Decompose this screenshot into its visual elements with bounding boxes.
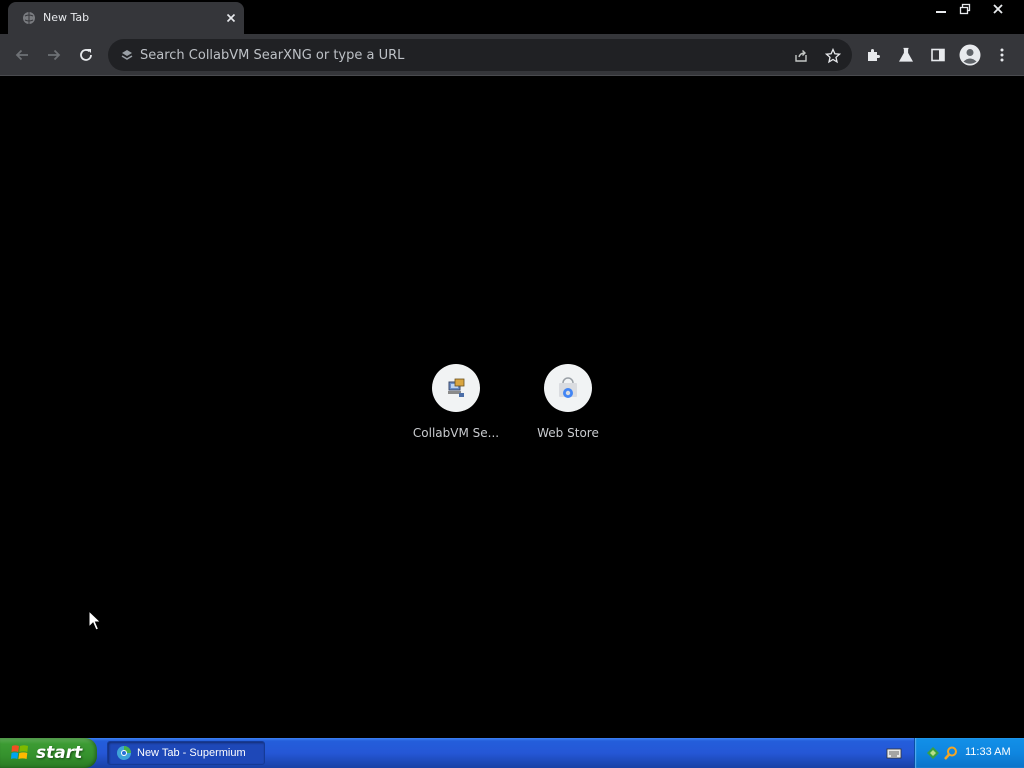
shortcut-icon-circle (544, 364, 592, 412)
restore-button[interactable] (952, 0, 978, 18)
shortcut-label: CollabVM Se... (412, 426, 500, 440)
taskbar: start New Tab - Supermium 11:33 AM (0, 738, 1024, 768)
shortcut-collabvm[interactable]: CollabVM Se... (400, 362, 512, 452)
tab-title: New Tab (43, 11, 90, 24)
puzzle-icon (868, 49, 880, 61)
restore-icon (959, 3, 971, 15)
flask-icon (898, 47, 914, 62)
taskbar-item-label: New Tab - Supermium (137, 747, 246, 759)
tab-new-tab[interactable]: New Tab (8, 2, 244, 34)
kebab-menu-icon (1000, 48, 1004, 62)
minimize-button[interactable] (928, 0, 954, 18)
taskbar-item-browser[interactable]: New Tab - Supermium (107, 741, 265, 765)
omnibox-input[interactable] (140, 39, 740, 71)
close-icon[interactable] (224, 11, 238, 25)
tab-strip: New Tab (0, 0, 1024, 34)
forward-arrow-icon (48, 49, 61, 61)
labs-button[interactable] (894, 43, 918, 67)
mouse-cursor-icon (88, 610, 102, 631)
search-icon[interactable] (943, 745, 959, 761)
reload-button[interactable] (74, 43, 98, 67)
shortcut-icon-circle (432, 364, 480, 412)
side-panel-icon (931, 48, 945, 62)
close-icon (993, 4, 1003, 14)
reload-icon (80, 49, 92, 61)
keyboard-icon[interactable] (886, 746, 902, 760)
bookmark-button[interactable] (822, 45, 844, 67)
star-icon (825, 48, 841, 64)
minimize-icon (936, 11, 946, 13)
shortcut-web-store[interactable]: Web Store (512, 362, 624, 452)
browser-icon (117, 746, 131, 760)
avatar-icon (959, 44, 981, 66)
system-tray: 11:33 AM (914, 738, 1024, 768)
browser-toolbar (0, 34, 1024, 76)
windows-logo-icon (11, 745, 28, 759)
share-button[interactable] (790, 45, 812, 67)
clock: 11:33 AM (965, 746, 1011, 758)
web-store-icon (559, 377, 577, 398)
side-panel-button[interactable] (926, 43, 950, 67)
profile-button[interactable] (958, 43, 982, 67)
shortcut-label: Web Store (537, 426, 599, 440)
computer-icon (448, 378, 465, 397)
back-arrow-icon (15, 49, 28, 61)
share-icon (795, 50, 807, 62)
back-button[interactable] (10, 43, 34, 67)
start-label: start (36, 743, 83, 763)
search-engine-icon (121, 50, 133, 60)
window-close-button[interactable] (976, 0, 1020, 18)
omnibox[interactable] (108, 39, 852, 71)
network-icon[interactable] (925, 745, 941, 761)
new-tab-page: CollabVM Se... Web Store (0, 77, 1024, 738)
forward-button[interactable] (42, 43, 66, 67)
globe-icon (23, 12, 35, 24)
menu-button[interactable] (990, 43, 1014, 67)
extensions-button[interactable] (862, 43, 886, 67)
start-button[interactable]: start (0, 738, 97, 768)
